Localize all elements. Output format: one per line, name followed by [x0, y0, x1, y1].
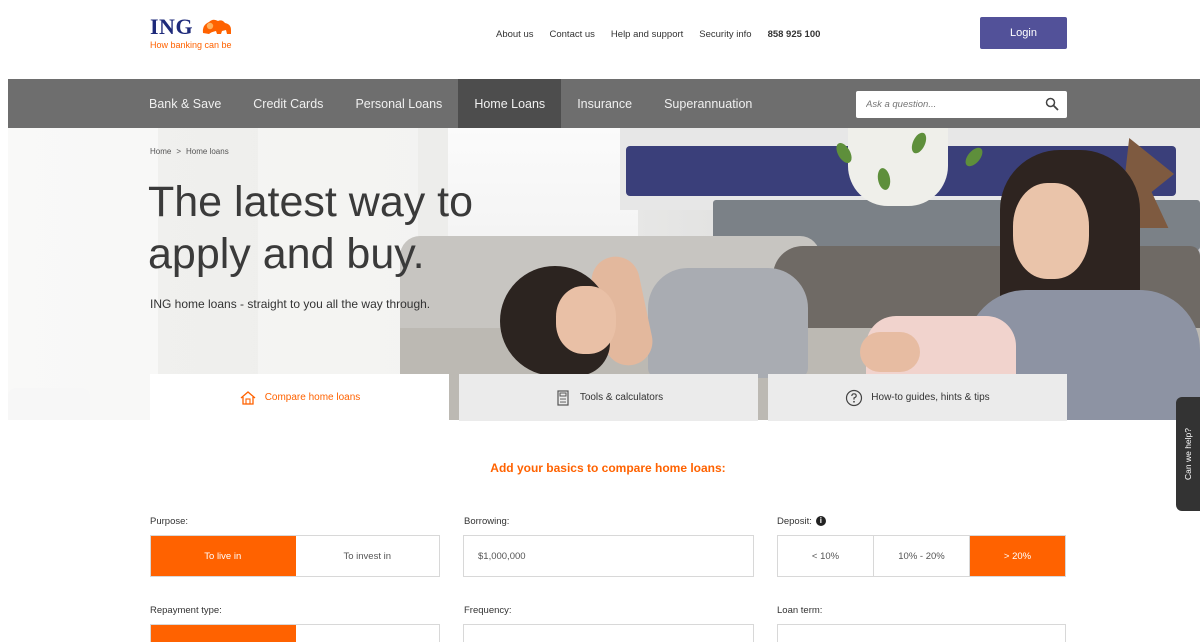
purpose-label: Purpose:: [150, 516, 189, 527]
nav-item-home-loans[interactable]: Home Loans: [458, 79, 562, 128]
borrowing-label: Borrowing:: [464, 516, 510, 527]
title-line-1: The latest way to: [148, 178, 474, 226]
purpose-selector: To live in To invest in: [150, 535, 440, 577]
logo-tagline: How banking can be: [150, 40, 232, 50]
search-input[interactable]: [856, 91, 1036, 118]
hands-image: [860, 332, 920, 372]
tab-label: How-to guides, hints & tips: [871, 392, 990, 403]
page-title: The latest way to apply and buy.: [148, 176, 548, 280]
person-face-image: [556, 286, 616, 354]
frequency-select[interactable]: [463, 624, 754, 642]
nav-item-bank-save[interactable]: Bank & Save: [133, 79, 237, 128]
person-lying-image: [648, 268, 808, 378]
nav-items: Bank & Save Credit Cards Personal Loans …: [133, 79, 768, 128]
contact-us-link[interactable]: Contact us: [550, 29, 595, 40]
login-button[interactable]: Login: [980, 17, 1067, 49]
deposit-label: Deposit:: [777, 516, 812, 527]
nav-item-credit-cards[interactable]: Credit Cards: [237, 79, 339, 128]
person-sitting-face-image: [1013, 183, 1089, 279]
search-icon[interactable]: [1045, 97, 1059, 111]
deposit-selector: < 10% 10% - 20% > 20%: [777, 535, 1066, 577]
purpose-option-invest-in[interactable]: To invest in: [296, 536, 440, 576]
section-tabs: Compare home loans Tools & calculators H…: [150, 374, 1067, 421]
search-box: [856, 91, 1067, 118]
calculator-icon: [557, 389, 569, 406]
ing-logo[interactable]: ING How banking can be: [150, 14, 234, 50]
chair-image: [8, 388, 90, 420]
nav-item-insurance[interactable]: Insurance: [561, 79, 648, 128]
nav-item-superannuation[interactable]: Superannuation: [648, 79, 768, 128]
repayment-type-selector: [150, 624, 440, 642]
question-icon: [846, 389, 863, 406]
logo-wordmark: ING: [150, 14, 194, 39]
tab-label: Compare home loans: [264, 392, 361, 403]
top-header: ING How banking can be About us Contact …: [0, 0, 1200, 80]
borrowing-input[interactable]: $1,000,000: [463, 535, 754, 577]
purpose-option-live-in[interactable]: To live in: [151, 536, 296, 576]
plant-pot-image: [848, 128, 948, 206]
help-chat-tab[interactable]: Can we help?: [1176, 397, 1200, 511]
loan-term-label: Loan term:: [777, 605, 823, 616]
deposit-option-10-20[interactable]: 10% - 20%: [874, 536, 970, 576]
tab-tools-calculators[interactable]: Tools & calculators: [459, 374, 758, 421]
deposit-option-under-10[interactable]: < 10%: [778, 536, 874, 576]
deposit-label-wrap: Deposit: i: [777, 516, 826, 527]
breadcrumb-current: Home loans: [186, 147, 229, 156]
main-nav: Bank & Save Credit Cards Personal Loans …: [8, 79, 1200, 128]
tab-compare-home-loans[interactable]: Compare home loans: [150, 374, 449, 421]
repayment-type-label: Repayment type:: [150, 605, 222, 616]
utility-links: About us Contact us Help and support Sec…: [496, 29, 820, 40]
hero-subtitle: ING home loans - straight to you all the…: [150, 297, 431, 311]
repayment-option-2[interactable]: [296, 625, 440, 642]
form-heading: Add your basics to compare home loans:: [490, 461, 726, 475]
curtain-image: [8, 128, 158, 420]
title-line-2: apply and buy.: [148, 230, 425, 278]
breadcrumb: Home > Home loans: [150, 147, 234, 156]
loan-term-select[interactable]: [777, 624, 1066, 642]
repayment-option-1[interactable]: [151, 625, 296, 642]
phone-number[interactable]: 858 925 100: [768, 29, 821, 40]
deposit-option-over-20[interactable]: > 20%: [970, 536, 1065, 576]
help-support-link[interactable]: Help and support: [611, 29, 683, 40]
breadcrumb-home[interactable]: Home: [150, 147, 171, 156]
about-us-link[interactable]: About us: [496, 29, 534, 40]
house-icon: [240, 390, 256, 405]
tab-label: Tools & calculators: [579, 392, 664, 403]
breadcrumb-separator: >: [176, 147, 182, 156]
info-icon[interactable]: i: [815, 516, 826, 527]
tab-how-to-guides[interactable]: How-to guides, hints & tips: [768, 374, 1067, 421]
nav-item-personal-loans[interactable]: Personal Loans: [339, 79, 458, 128]
security-info-link[interactable]: Security info: [699, 29, 751, 40]
frequency-label: Frequency:: [464, 605, 512, 616]
lion-logo-icon: [202, 19, 231, 34]
